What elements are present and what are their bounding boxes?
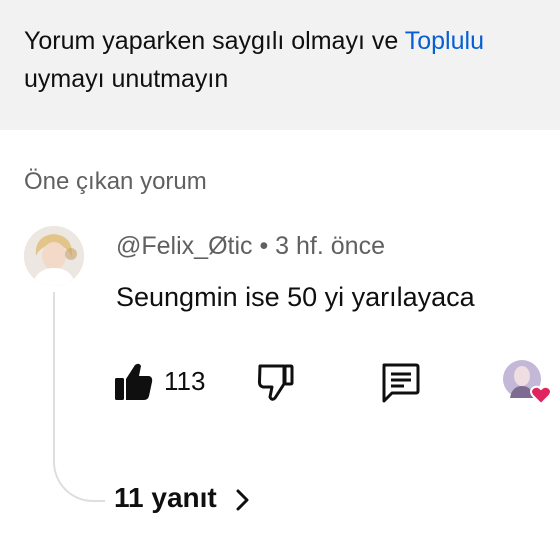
featured-comment-label: Öne çıkan yorum [24,168,207,195]
notice-text-line2: uymayı unutmayın [24,65,229,93]
notice-text: Yorum yaparken saygılı olmayı ve Toplulu… [24,22,560,98]
creator-heart[interactable] [500,358,556,408]
chevron-right-icon [236,489,249,511]
community-guidelines-notice: Yorum yaparken saygılı olmayı ve Toplulu… [0,0,560,130]
notice-text-part1: Yorum yaparken saygılı olmayı ve [24,27,405,55]
like-count: 113 [164,366,206,396]
replies-button[interactable]: 11 yanıt [114,482,251,514]
comment-meta: @Felix_Øtic • 3 hf. önce [116,232,385,261]
comment-author[interactable]: @Felix_Øtic [116,232,253,260]
thumb-up-icon [115,363,153,400]
user-avatar[interactable] [24,226,84,286]
creator-heart-icon [503,360,552,406]
replies-count: 11 yanıt [114,482,217,513]
thread-line [53,292,105,502]
comment-icon [382,363,420,403]
community-guidelines-link[interactable]: Toplulu [405,27,484,55]
dislike-button[interactable] [256,360,296,404]
like-button[interactable] [114,360,154,404]
reply-button[interactable] [378,360,422,404]
comment-time: 3 hf. önce [275,232,385,260]
thumb-down-icon [257,364,294,401]
meta-separator: • [252,232,276,260]
comment-text: Seungmin ise 50 yi yarılayaca [116,282,475,312]
